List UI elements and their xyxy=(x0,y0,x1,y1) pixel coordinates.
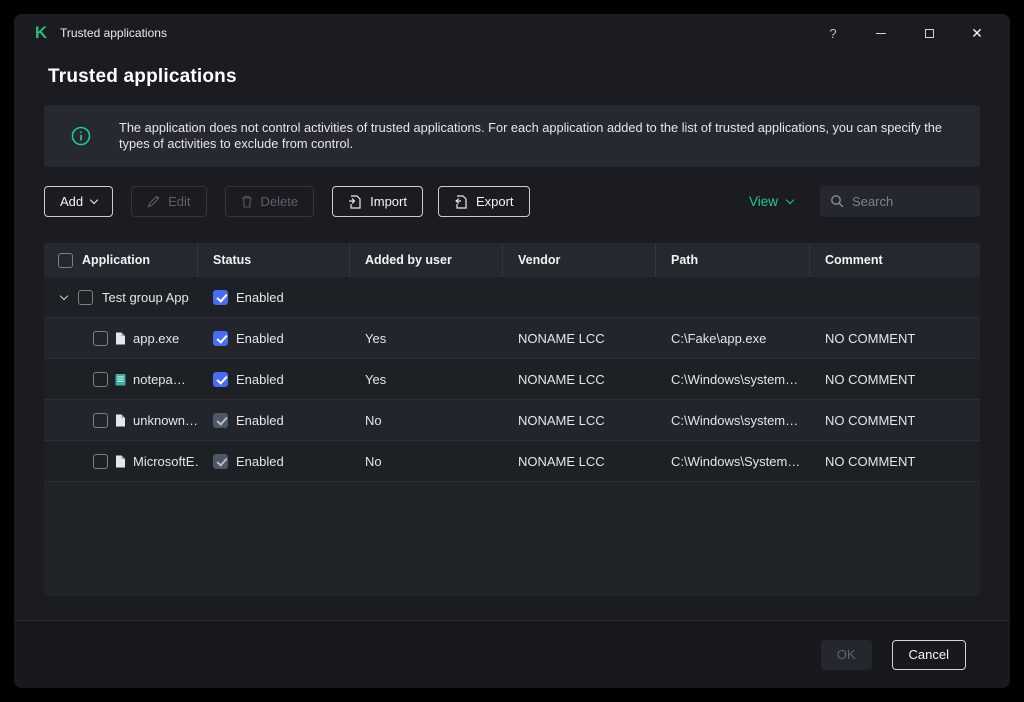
table-row[interactable]: notepa… Enabled Yes NONAME LCC C:\Window… xyxy=(44,359,980,400)
toolbar: Add Edit Delete Import Export xyxy=(44,186,980,217)
delete-button-label: Delete xyxy=(261,194,299,209)
added-by-user-cell: No xyxy=(350,413,503,428)
header-added-by-user: Added by user xyxy=(350,243,503,277)
window-controls: ? ✕ xyxy=(826,26,984,40)
maximize-icon[interactable] xyxy=(922,26,936,40)
view-dropdown[interactable]: View xyxy=(749,194,793,209)
group-name: Test group App xyxy=(102,290,189,305)
application-name: MicrosoftE… xyxy=(133,454,198,469)
added-by-user-cell: Yes xyxy=(350,331,503,346)
row-select-checkbox[interactable] xyxy=(93,413,108,428)
search-icon xyxy=(830,194,844,213)
import-button-label: Import xyxy=(370,194,407,209)
info-banner-text: The application does not control activit… xyxy=(119,120,964,153)
comment-cell: NO COMMENT xyxy=(810,331,980,346)
vendor-cell: NONAME LCC xyxy=(503,331,656,346)
search-input[interactable] xyxy=(820,186,980,217)
chevron-down-icon xyxy=(786,196,794,204)
help-icon[interactable]: ? xyxy=(826,26,840,40)
file-icon xyxy=(115,455,126,468)
header-path: Path xyxy=(656,243,810,277)
export-button[interactable]: Export xyxy=(438,186,530,217)
delete-button[interactable]: Delete xyxy=(225,186,315,217)
close-icon[interactable]: ✕ xyxy=(970,26,984,40)
comment-cell: NO COMMENT xyxy=(810,454,980,469)
path-cell: C:\Fake\app.exe xyxy=(656,331,810,346)
footer: OK Cancel xyxy=(14,620,1010,688)
kaspersky-logo-icon: K xyxy=(32,24,50,42)
status-checkbox[interactable] xyxy=(213,413,228,428)
collapse-chevron-icon[interactable] xyxy=(56,296,72,299)
titlebar: K Trusted applications ? ✕ xyxy=(14,14,1010,52)
application-name: unknown…. xyxy=(133,413,198,428)
table-row[interactable]: app.exe Enabled Yes NONAME LCC C:\Fake\a… xyxy=(44,318,980,359)
group-row[interactable]: Test group App Enabled xyxy=(44,277,980,318)
table-header: Application Status Added by user Vendor … xyxy=(44,243,980,277)
add-button-label: Add xyxy=(60,194,83,209)
status-label: Enabled xyxy=(236,454,284,469)
cancel-button[interactable]: Cancel xyxy=(892,640,966,670)
comment-cell: NO COMMENT xyxy=(810,413,980,428)
notepad-icon xyxy=(115,373,126,386)
file-icon xyxy=(115,332,126,345)
row-select-checkbox[interactable] xyxy=(93,372,108,387)
header-status: Status xyxy=(198,243,350,277)
row-select-checkbox[interactable] xyxy=(93,331,108,346)
add-button[interactable]: Add xyxy=(44,186,113,217)
header-application: Application xyxy=(44,243,198,277)
info-banner: The application does not control activit… xyxy=(44,105,980,167)
import-button[interactable]: Import xyxy=(332,186,423,217)
comment-cell: NO COMMENT xyxy=(810,372,980,387)
select-all-checkbox[interactable] xyxy=(58,253,73,268)
file-icon xyxy=(115,414,126,427)
status-label: Enabled xyxy=(236,331,284,346)
view-dropdown-label: View xyxy=(749,194,778,209)
added-by-user-cell: No xyxy=(350,454,503,469)
status-label: Enabled xyxy=(236,413,284,428)
application-name: app.exe xyxy=(133,331,179,346)
edit-button-label: Edit xyxy=(168,194,190,209)
export-button-label: Export xyxy=(476,194,514,209)
header-comment: Comment xyxy=(810,243,980,277)
import-icon xyxy=(348,195,362,209)
pencil-icon xyxy=(147,195,160,208)
group-select-checkbox[interactable] xyxy=(78,290,93,305)
search-box xyxy=(820,186,980,217)
status-checkbox[interactable] xyxy=(213,372,228,387)
row-select-checkbox[interactable] xyxy=(93,454,108,469)
content-area: Trusted applications The application doe… xyxy=(14,52,1010,620)
application-name: notepa… xyxy=(133,372,186,387)
ok-button[interactable]: OK xyxy=(821,640,872,670)
vendor-cell: NONAME LCC xyxy=(503,372,656,387)
applications-table: Application Status Added by user Vendor … xyxy=(44,243,980,596)
path-cell: C:\Windows\system… xyxy=(656,413,810,428)
page-title: Trusted applications xyxy=(48,66,980,88)
minimize-icon[interactable] xyxy=(874,26,888,40)
added-by-user-cell: Yes xyxy=(350,372,503,387)
status-checkbox[interactable] xyxy=(213,331,228,346)
vendor-cell: NONAME LCC xyxy=(503,454,656,469)
header-vendor: Vendor xyxy=(503,243,656,277)
vendor-cell: NONAME LCC xyxy=(503,413,656,428)
edit-button[interactable]: Edit xyxy=(131,186,206,217)
status-checkbox[interactable] xyxy=(213,290,228,305)
status-label: Enabled xyxy=(236,290,284,305)
chevron-down-icon xyxy=(90,196,98,204)
table-row[interactable]: MicrosoftE… Enabled No NONAME LCC C:\Win… xyxy=(44,441,980,482)
table-row[interactable]: unknown…. Enabled No NONAME LCC C:\Windo… xyxy=(44,400,980,441)
path-cell: C:\Windows\System… xyxy=(656,454,810,469)
window-title: Trusted applications xyxy=(60,26,167,40)
trusted-applications-window: K Trusted applications ? ✕ Trusted appli… xyxy=(14,14,1010,688)
info-icon xyxy=(71,126,91,146)
export-icon xyxy=(454,195,468,209)
status-label: Enabled xyxy=(236,372,284,387)
path-cell: C:\Windows\system… xyxy=(656,372,810,387)
status-checkbox[interactable] xyxy=(213,454,228,469)
trash-icon xyxy=(241,195,253,208)
